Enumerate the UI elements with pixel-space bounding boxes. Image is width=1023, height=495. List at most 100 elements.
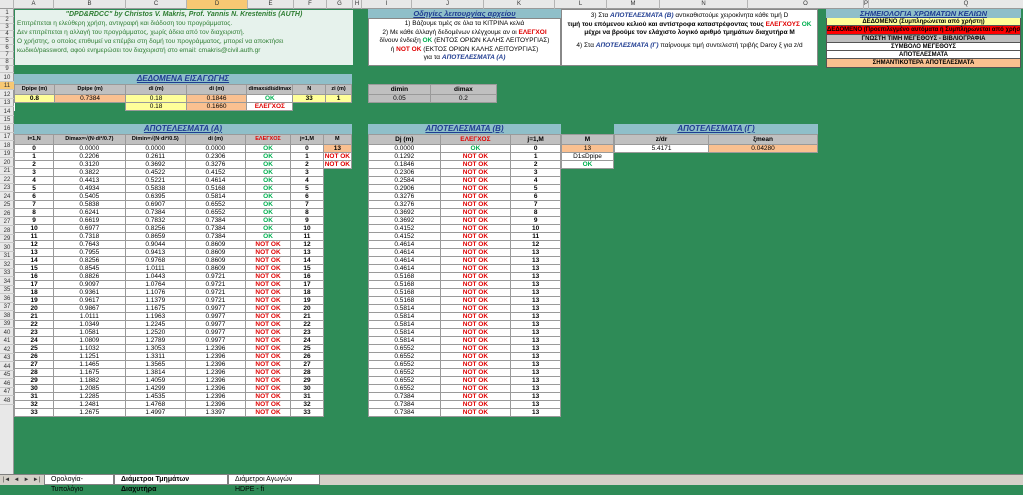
- table-row[interactable]: 0.7384 NOT OK 13: [368, 392, 561, 401]
- row-header-45[interactable]: 45: [0, 371, 14, 379]
- table-cell[interactable]: 1.3053: [124, 344, 187, 353]
- table-cell[interactable]: 0.5168: [368, 272, 441, 281]
- m-cell[interactable]: [323, 368, 352, 377]
- table-cell[interactable]: 0.9977: [185, 328, 246, 337]
- table-cell[interactable]: 11: [13, 232, 55, 241]
- table-cell[interactable]: 0.7384: [368, 400, 441, 409]
- table-cell[interactable]: NOT OK: [439, 240, 512, 249]
- table-cell[interactable]: 1.2520: [124, 328, 187, 337]
- col-header-F[interactable]: F: [294, 0, 327, 9]
- m-cell[interactable]: [323, 360, 352, 369]
- table-cell[interactable]: 3: [13, 168, 55, 177]
- table-row[interactable]: 0.2584 NOT OK 4: [368, 176, 561, 185]
- table-row[interactable]: 0.1292 NOT OK 1: [368, 152, 561, 161]
- row-header-37[interactable]: 37: [0, 303, 14, 311]
- table-cell[interactable]: 0.8609: [185, 256, 246, 265]
- table-cell[interactable]: NOT OK: [439, 304, 512, 313]
- table-cell[interactable]: 1.0764: [124, 280, 187, 289]
- table-cell[interactable]: 13: [510, 336, 561, 345]
- row-header-30[interactable]: 30: [0, 244, 14, 252]
- table-cell[interactable]: 13: [510, 248, 561, 257]
- table-cell[interactable]: 0.6552: [185, 208, 246, 217]
- results-b-header-cell[interactable]: ΕΛΕΓΧΟΣ: [439, 134, 512, 145]
- table-cell[interactable]: 12: [290, 240, 324, 249]
- table-cell[interactable]: 18: [290, 288, 324, 297]
- table-cell[interactable]: 29: [13, 376, 55, 385]
- table-cell[interactable]: 0: [510, 144, 561, 153]
- table-row[interactable]: 0.4152 NOT OK 10: [368, 224, 561, 233]
- table-cell[interactable]: 1.2789: [124, 336, 187, 345]
- table-cell[interactable]: 1.3311: [124, 352, 187, 361]
- row-header-11[interactable]: 11: [0, 82, 14, 90]
- table-cell[interactable]: 7: [510, 200, 561, 209]
- col-header-L[interactable]: L: [555, 0, 607, 9]
- table-cell[interactable]: OK: [244, 168, 292, 177]
- table-cell[interactable]: NOT OK: [244, 248, 292, 257]
- table-cell[interactable]: OK: [244, 192, 292, 201]
- table-cell[interactable]: 0.7384: [185, 224, 246, 233]
- table-cell[interactable]: 4: [510, 176, 561, 185]
- table-cell[interactable]: 7: [13, 200, 55, 209]
- table-cell[interactable]: 27: [13, 360, 55, 369]
- results-c-cell[interactable]: 0.04280: [708, 144, 818, 153]
- results-c-cell[interactable]: 5.4171: [613, 144, 710, 153]
- table-cell[interactable]: 13: [510, 256, 561, 265]
- table-cell[interactable]: 0.5838: [53, 200, 126, 209]
- m-cell[interactable]: [323, 408, 352, 417]
- m-label-cell[interactable]: M: [561, 134, 614, 145]
- table-cell[interactable]: 4: [13, 176, 55, 185]
- input-header-cell[interactable]: di (m): [185, 84, 248, 95]
- input-cell[interactable]: [292, 102, 326, 111]
- table-cell[interactable]: NOT OK: [244, 240, 292, 249]
- table-row[interactable]: 27 1.1465 1.3565 1.2396 NOT OK 27: [13, 360, 352, 369]
- table-cell[interactable]: 15: [13, 264, 55, 273]
- m-cell[interactable]: [323, 288, 352, 297]
- table-cell[interactable]: 0.4614: [368, 256, 441, 265]
- col-header-B[interactable]: B: [54, 0, 126, 9]
- table-cell[interactable]: 11: [290, 232, 324, 241]
- table-cell[interactable]: NOT OK: [244, 296, 292, 305]
- table-cell[interactable]: 0.9721: [185, 288, 246, 297]
- corner-cell[interactable]: [0, 0, 14, 9]
- row-header-14[interactable]: 14: [0, 108, 14, 116]
- col-header-Q[interactable]: Q: [869, 0, 1023, 9]
- table-cell[interactable]: 0.2906: [368, 184, 441, 193]
- table-cell[interactable]: NOT OK: [439, 232, 512, 241]
- table-cell[interactable]: NOT OK: [439, 248, 512, 257]
- table-cell[interactable]: 0.2584: [368, 176, 441, 185]
- table-row[interactable]: 0.6552 NOT OK 13: [368, 344, 561, 353]
- next-sheet-icon[interactable]: ►: [22, 476, 31, 484]
- row-header-24[interactable]: 24: [0, 193, 14, 201]
- table-cell[interactable]: 1.2396: [185, 376, 246, 385]
- input-cell[interactable]: 0.18: [125, 94, 187, 103]
- table-cell[interactable]: 1.1963: [124, 312, 187, 321]
- table-cell[interactable]: 1.4535: [124, 392, 187, 401]
- table-cell[interactable]: 5: [290, 184, 324, 193]
- row-header-40[interactable]: 40: [0, 329, 14, 337]
- table-cell[interactable]: 9: [13, 216, 55, 225]
- table-row[interactable]: 0.2906 NOT OK 5: [368, 184, 561, 193]
- table-cell[interactable]: NOT OK: [439, 208, 512, 217]
- row-header-12[interactable]: 12: [0, 91, 14, 99]
- last-sheet-icon[interactable]: ►|: [32, 476, 41, 484]
- table-cell[interactable]: 13: [510, 288, 561, 297]
- table-cell[interactable]: NOT OK: [244, 272, 292, 281]
- table-cell[interactable]: 13: [510, 376, 561, 385]
- table-cell[interactable]: NOT OK: [439, 280, 512, 289]
- row-header-16[interactable]: 16: [0, 125, 14, 133]
- table-row[interactable]: 0.4614 NOT OK 12: [368, 240, 561, 249]
- table-cell[interactable]: 1.2396: [185, 384, 246, 393]
- table-cell[interactable]: 13: [510, 360, 561, 369]
- table-row[interactable]: 0.5814 NOT OK 13: [368, 328, 561, 337]
- table-cell[interactable]: 1.4997: [124, 408, 187, 417]
- table-cell[interactable]: 1.1465: [53, 360, 126, 369]
- col-header-O[interactable]: O: [748, 0, 864, 9]
- table-cell[interactable]: 13: [510, 400, 561, 409]
- input-cell[interactable]: OK: [246, 94, 294, 103]
- table-cell[interactable]: NOT OK: [439, 312, 512, 321]
- table-cell[interactable]: 0.0000: [368, 144, 441, 153]
- results-a-table[interactable]: i=1,N Dimax=√(N·di²/0.7) Dimin=√(N·di²/0.5…: [13, 134, 353, 417]
- table-cell[interactable]: NOT OK: [244, 328, 292, 337]
- table-cell[interactable]: 0: [13, 144, 55, 153]
- table-cell[interactable]: NOT OK: [244, 360, 292, 369]
